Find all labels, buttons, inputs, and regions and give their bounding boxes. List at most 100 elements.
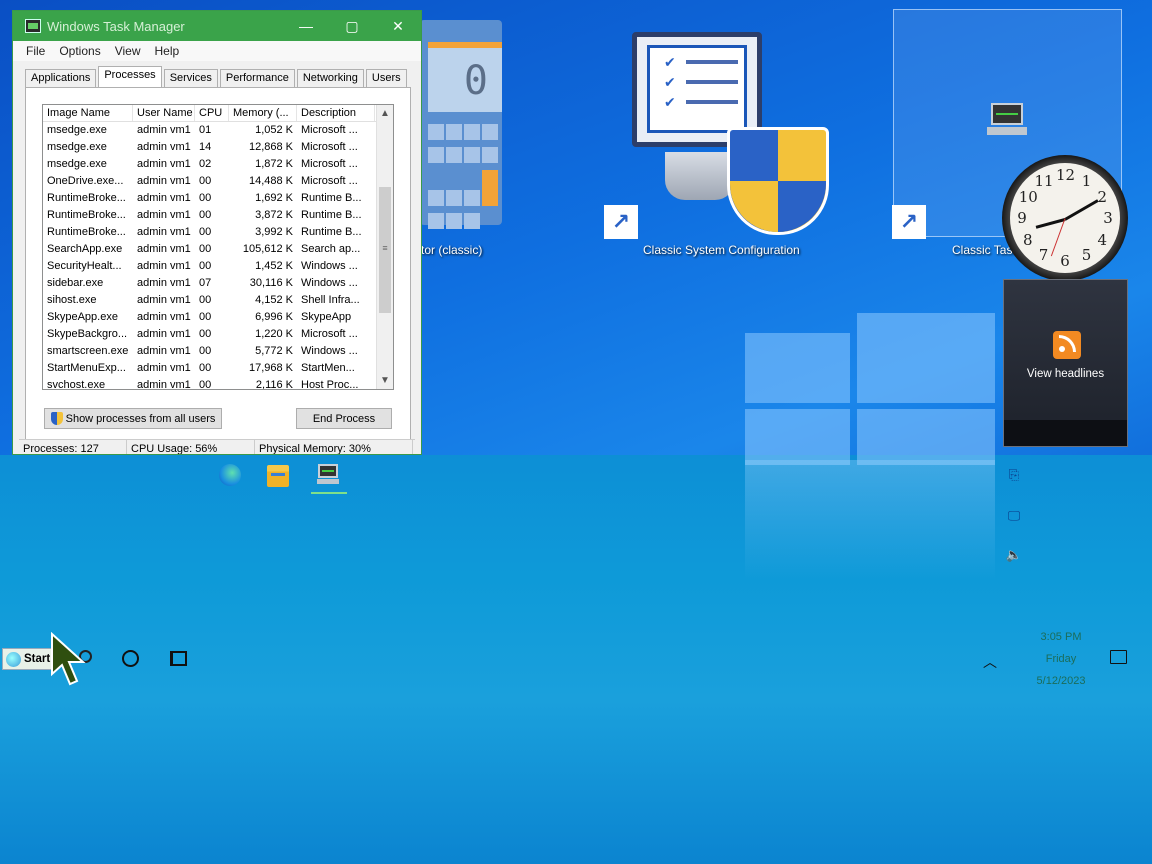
table-cell: admin vm1 (137, 141, 191, 153)
show-all-processes-button[interactable]: Show processes from all users (44, 408, 222, 429)
tab-performance[interactable]: Performance (219, 69, 295, 87)
minimize-icon[interactable]: — (283, 18, 329, 34)
status-cpu: CPU Usage: 56% (127, 440, 255, 454)
table-row[interactable]: sidebar.exe admin vm1 07 30,116 K Windows ..… (43, 275, 393, 292)
table-row[interactable]: OneDrive.exe... admin vm1 00 14,488 K Micros… (43, 173, 393, 190)
feed-headlines-gadget[interactable]: View headlines (1003, 279, 1128, 447)
file-explorer-icon[interactable] (267, 465, 289, 487)
shield-icon (50, 412, 63, 425)
table-cell: admin vm1 (137, 175, 191, 187)
logo-reflection (745, 460, 995, 580)
tab-processes[interactable]: Processes (98, 66, 162, 87)
table-cell: Runtime B... (301, 226, 362, 238)
menu-options[interactable]: Options (59, 44, 100, 58)
scroll-down-icon[interactable]: ▼ (377, 372, 393, 389)
menu-file[interactable]: File (26, 44, 45, 58)
tray-date[interactable]: 5/12/2023 (1026, 675, 1096, 687)
table-cell: admin vm1 (137, 311, 191, 323)
table-cell: 30,116 K (249, 277, 293, 289)
table-cell: 2,116 K (255, 379, 293, 390)
scroll-up-icon[interactable]: ▲ (377, 105, 393, 122)
start-button[interactable]: Start (2, 648, 56, 670)
task-manager-taskbar-icon[interactable] (317, 464, 339, 486)
system-configuration-label[interactable]: Classic System Configuration (643, 243, 800, 257)
table-row[interactable]: RuntimeBroke... admin vm1 00 1,692 K Runtime… (43, 190, 393, 207)
end-process-button[interactable]: End Process (296, 408, 392, 429)
table-cell: admin vm1 (137, 124, 191, 136)
table-cell: 1,220 K (255, 328, 293, 340)
menu-view[interactable]: View (115, 44, 141, 58)
tab-applications[interactable]: Applications (25, 69, 97, 87)
table-row[interactable]: RuntimeBroke... admin vm1 00 3,872 K Runtime… (43, 207, 393, 224)
clock-gadget[interactable]: 12 1 2 3 4 5 6 7 8 9 10 11 (1002, 155, 1128, 281)
volume-icon[interactable]: 🔈 (1005, 547, 1023, 563)
table-cell: Shell Infra... (301, 294, 360, 306)
table-cell: 3,872 K (255, 209, 293, 221)
process-list[interactable]: Image Name User Name CPU Memory (... Des… (42, 104, 394, 390)
calculator-label[interactable]: tor (classic) (421, 243, 482, 257)
table-cell: SkypeBackgro... (47, 328, 128, 340)
table-cell: Microsoft ... (301, 141, 358, 153)
table-row[interactable]: SecurityHealt... admin vm1 00 1,452 K Window… (43, 258, 393, 275)
table-cell: 00 (199, 192, 212, 204)
task-manager-window[interactable]: Windows Task Manager — ▢ ✕ File Options … (12, 10, 422, 455)
tray-time[interactable]: 3:05 PM (1026, 631, 1096, 643)
table-cell: msedge.exe (47, 158, 107, 170)
table-row[interactable]: sihost.exe admin vm1 00 4,152 K Shell Infra.… (43, 292, 393, 309)
table-cell: SkypeApp (301, 311, 352, 323)
table-row[interactable]: StartMenuExp... admin vm1 00 17,968 K StartM… (43, 360, 393, 377)
notification-icon[interactable] (1110, 650, 1127, 664)
status-processes: Processes: 127 (19, 440, 127, 454)
chevron-up-icon[interactable]: ︿ (983, 652, 997, 672)
table-cell: 00 (199, 260, 212, 272)
table-row[interactable]: msedge.exe admin vm1 14 12,868 K Microsoft .… (43, 139, 393, 156)
table-cell: StartMenuExp... (47, 362, 126, 374)
task-manager-desktop-icon[interactable] (985, 103, 1029, 137)
tab-users[interactable]: Users (365, 69, 407, 87)
cortana-icon[interactable] (122, 650, 139, 667)
table-row[interactable]: SkypeBackgro... admin vm1 00 1,220 K Microso… (43, 326, 393, 343)
tray-day[interactable]: Friday (1026, 653, 1096, 665)
table-cell: 4,152 K (255, 294, 293, 306)
tab-strip: Applications Processes Services Performa… (25, 66, 409, 87)
rss-icon (1053, 331, 1081, 359)
clock-number: 12 (1056, 166, 1076, 184)
calculator-icon[interactable]: 0 (420, 20, 502, 229)
table-row[interactable]: SkypeApp.exe admin vm1 00 6,996 K SkypeApp (43, 309, 393, 326)
close-icon[interactable]: ✕ (375, 18, 421, 35)
status-bar: Processes: 127 CPU Usage: 56% Physical M… (19, 439, 415, 454)
table-cell: 01 (199, 124, 212, 136)
list-scrollbar[interactable]: ▲ ≡ ▼ (376, 105, 393, 389)
table-row[interactable]: msedge.exe admin vm1 01 1,052 K Microsoft ..… (43, 122, 393, 139)
col-description[interactable]: Description (297, 105, 375, 121)
col-user-name[interactable]: User Name (133, 105, 195, 121)
tab-services[interactable]: Services (163, 69, 218, 87)
maximize-icon[interactable]: ▢ (329, 18, 375, 35)
table-cell: StartMen... (301, 362, 355, 374)
col-image-name[interactable]: Image Name (43, 105, 133, 121)
table-cell: 14 (199, 141, 212, 153)
task-view-icon[interactable] (170, 651, 187, 666)
table-cell: Windows ... (301, 260, 358, 272)
table-cell: admin vm1 (137, 328, 191, 340)
table-row[interactable]: svchost.exe admin vm1 00 2,116 K Host Proc..… (43, 377, 393, 390)
tab-networking[interactable]: Networking (296, 69, 364, 87)
table-row[interactable]: SearchApp.exe admin vm1 00 105,612 K Search … (43, 241, 393, 258)
table-row[interactable]: smartscreen.exe admin vm1 00 5,772 K Windows… (43, 343, 393, 360)
start-orb-icon (6, 651, 21, 667)
table-row[interactable]: RuntimeBroke... admin vm1 00 3,992 K Runtime… (43, 224, 393, 241)
title-bar[interactable]: Windows Task Manager — ▢ ✕ (13, 11, 421, 41)
display-icon[interactable]: 🖵 (1005, 508, 1023, 524)
menu-help[interactable]: Help (155, 44, 180, 58)
network-icon[interactable]: ⎘ (1005, 467, 1023, 483)
table-cell: SkypeApp.exe (47, 311, 118, 323)
clock-number: 4 (1097, 230, 1107, 249)
edge-icon[interactable] (219, 464, 241, 486)
table-row[interactable]: msedge.exe admin vm1 02 1,872 K Microsoft ..… (43, 156, 393, 173)
clock-number: 8 (1022, 230, 1033, 249)
col-memory[interactable]: Memory (... (229, 105, 297, 121)
col-cpu[interactable]: CPU (195, 105, 229, 121)
status-memory: Physical Memory: 30% (255, 440, 413, 454)
view-headlines-label[interactable]: View headlines (1004, 368, 1127, 380)
monitor-stand (665, 152, 735, 200)
